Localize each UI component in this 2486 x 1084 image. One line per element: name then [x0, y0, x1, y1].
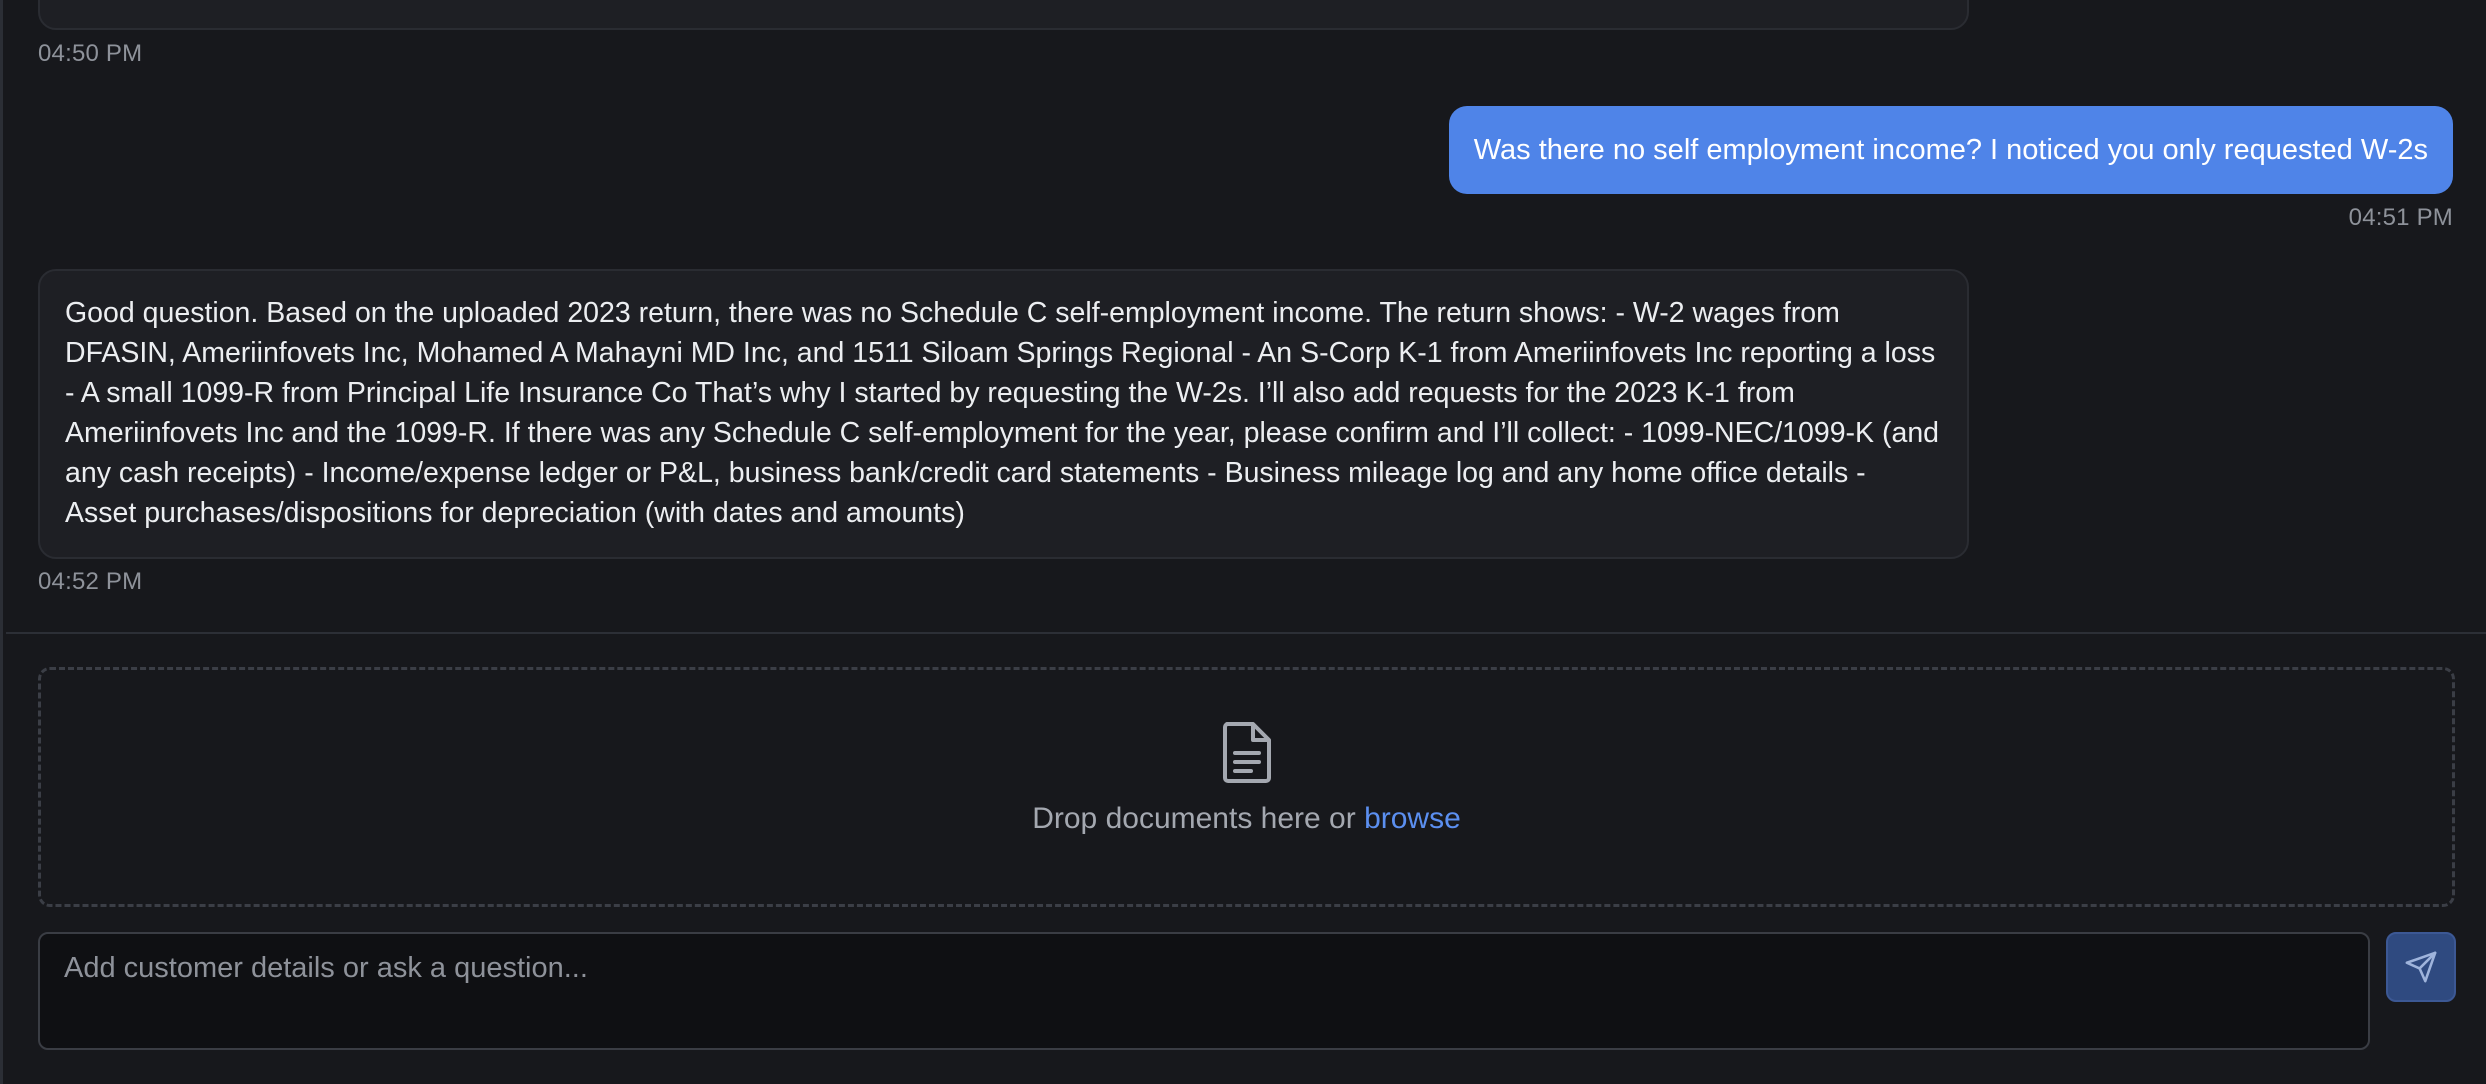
send-button[interactable] — [2386, 932, 2456, 1002]
send-icon — [2405, 951, 2437, 983]
dropzone-prompt-text: Drop documents here or — [1032, 802, 1365, 835]
message-timestamp: 04:50 PM — [38, 40, 143, 67]
message-list[interactable]: 04:50 PM Was there no self employment in… — [6, 0, 2486, 634]
message-timestamp: 04:52 PM — [38, 568, 143, 595]
app-window: 04:50 PM Was there no self employment in… — [0, 0, 2486, 1084]
message-timestamp: 04:51 PM — [2348, 204, 2453, 231]
assistant-message-bubble-previous — [38, 0, 1969, 30]
composer-area: Drop documents here or browse — [6, 634, 2486, 1084]
message-input-container — [38, 932, 2370, 1050]
browse-link[interactable]: browse — [1364, 802, 1461, 835]
user-message-bubble: Was there no self employment income? I n… — [1448, 106, 2453, 194]
user-message-text: Was there no self employment income? I n… — [1473, 133, 2428, 166]
document-icon — [1222, 722, 1271, 783]
dropzone-prompt: Drop documents here or browse — [1032, 802, 1461, 836]
message-input[interactable] — [40, 934, 2368, 1048]
document-dropzone[interactable]: Drop documents here or browse — [38, 667, 2455, 907]
assistant-message-bubble: Good question. Based on the uploaded 202… — [38, 269, 1969, 559]
assistant-message-text: Good question. Based on the uploaded 202… — [65, 297, 1940, 529]
